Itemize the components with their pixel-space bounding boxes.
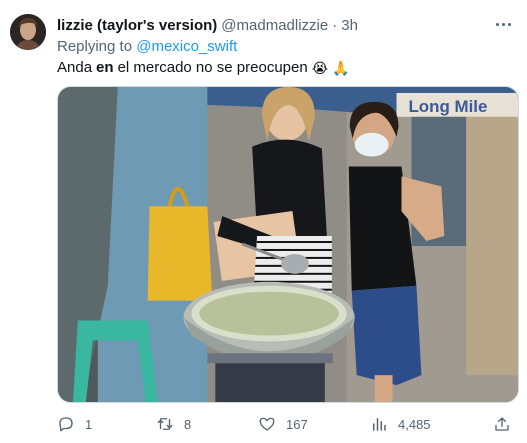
reply-button[interactable]: 1 — [57, 412, 92, 436]
sign-text: Long Mile — [408, 97, 487, 116]
tweet-media-photo[interactable]: Long Mile — [57, 86, 519, 403]
replying-to: Replying to @mexico_swift — [57, 38, 237, 55]
views-button[interactable]: 4,485 — [370, 412, 431, 436]
separator-dot: · — [332, 16, 338, 34]
more-icon[interactable] — [493, 16, 513, 32]
replying-prefix: Replying to — [57, 38, 133, 55]
praying-hands-emoji: 🙏 — [332, 59, 350, 76]
heart-icon — [259, 417, 275, 431]
timestamp[interactable]: 3h — [341, 17, 358, 34]
avatar[interactable] — [10, 14, 46, 50]
user-handle[interactable]: @madmadlizzie — [221, 17, 328, 34]
reply-count: 1 — [85, 416, 93, 432]
like-count: 167 — [286, 416, 308, 432]
photo-illustration: Long Mile — [58, 87, 518, 402]
tweet-text: Anda en el mercado no se preocupen 😭 🙏 — [57, 59, 349, 76]
like-button[interactable]: 167 — [258, 412, 308, 436]
tweet-actions: 1 8 167 4,485 — [57, 412, 519, 436]
retweet-count: 8 — [184, 416, 192, 432]
crying-emoji: 😭 — [311, 59, 329, 76]
replying-handle-link[interactable]: @mexico_swift — [136, 38, 237, 55]
tweet-text-bold: en — [96, 59, 114, 76]
view-count: 4,485 — [398, 416, 431, 432]
tweet-text-after: el mercado no se preocupen — [117, 59, 308, 76]
retweet-icon — [157, 418, 173, 430]
tweet-header: lizzie (taylor's version) @madmadlizzie … — [57, 15, 358, 35]
share-button[interactable] — [493, 412, 511, 436]
avatar-image — [10, 14, 46, 50]
reply-icon — [59, 417, 73, 432]
views-icon — [373, 418, 386, 431]
tweet-text-before: Anda — [57, 59, 93, 76]
retweet-button[interactable]: 8 — [156, 412, 191, 436]
share-icon — [495, 417, 509, 431]
display-name[interactable]: lizzie (taylor's version) — [57, 17, 217, 34]
